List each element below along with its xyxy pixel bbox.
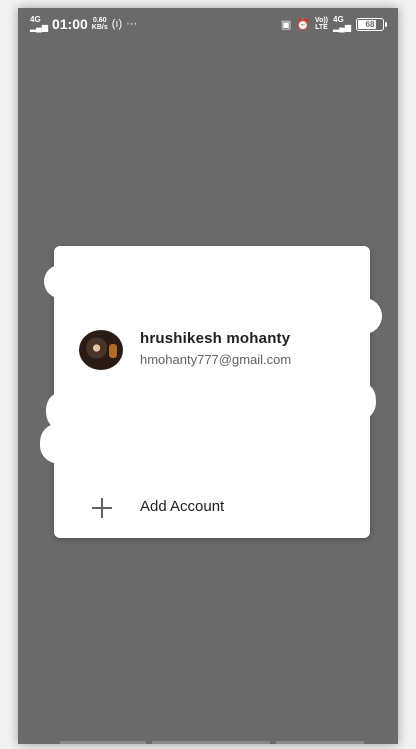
battery-icon: 68	[356, 17, 387, 31]
more-notifications-icon: ···	[126, 18, 138, 30]
account-name: hrushikesh mohanty	[140, 330, 291, 347]
status-left: 4G ▂▄▆ 01:00 0.60 KB/s (ı) ···	[30, 15, 138, 33]
network-type: 4G	[30, 15, 41, 24]
plus-icon	[90, 496, 114, 520]
nav-bar-segment-left	[60, 741, 146, 744]
hotspot-icon: (ı)	[111, 18, 123, 30]
volte-icon: Vo)) LTE	[315, 17, 328, 31]
account-item[interactable]: hrushikesh mohanty hmohanty777@gmail.com	[54, 326, 370, 382]
signal-icon: 4G ▂▄▆	[30, 15, 48, 32]
add-account-label: Add Account	[140, 498, 225, 515]
redaction-mark-lower	[39, 423, 361, 469]
avatar-detail	[109, 344, 117, 358]
network-speed: 0.60 KB/s	[92, 17, 108, 31]
network-type-right: 4G	[333, 15, 344, 24]
volte-label: Vo))	[314, 17, 329, 24]
speed-unit: KB/s	[91, 24, 108, 31]
clock: 01:00	[51, 16, 88, 32]
signal-4g-icon: 4G ▂▄▆	[333, 15, 351, 32]
avatar	[79, 330, 123, 370]
battery-level: 68	[365, 19, 375, 29]
account-email: hmohanty777@gmail.com	[140, 352, 292, 367]
alarm-icon: ⏰	[296, 18, 310, 31]
speed-value: 0.60	[92, 17, 107, 24]
status-bar: 4G ▂▄▆ 01:00 0.60 KB/s (ı) ··· ▣ ⏰ Vo)) L…	[18, 8, 398, 40]
lte-label: LTE	[315, 24, 328, 31]
nav-bar-segment-center	[152, 741, 270, 744]
redaction-mark-top	[43, 259, 371, 299]
status-right: ▣ ⏰ Vo)) LTE 4G ▂▄▆ 68	[280, 15, 387, 32]
account-chooser-dialog: hrushikesh mohanty hmohanty777@gmail.com…	[39, 246, 382, 538]
phone-screen: 4G ▂▄▆ 01:00 0.60 KB/s (ı) ··· ▣ ⏰ Vo)) L…	[18, 8, 398, 744]
add-account-button[interactable]: Add Account	[54, 488, 370, 532]
screenshot-frame: 4G ▂▄▆ 01:00 0.60 KB/s (ı) ··· ▣ ⏰ Vo)) L…	[0, 0, 416, 749]
nav-bar-segment-right	[276, 741, 364, 744]
vibrate-icon: ▣	[280, 18, 292, 31]
